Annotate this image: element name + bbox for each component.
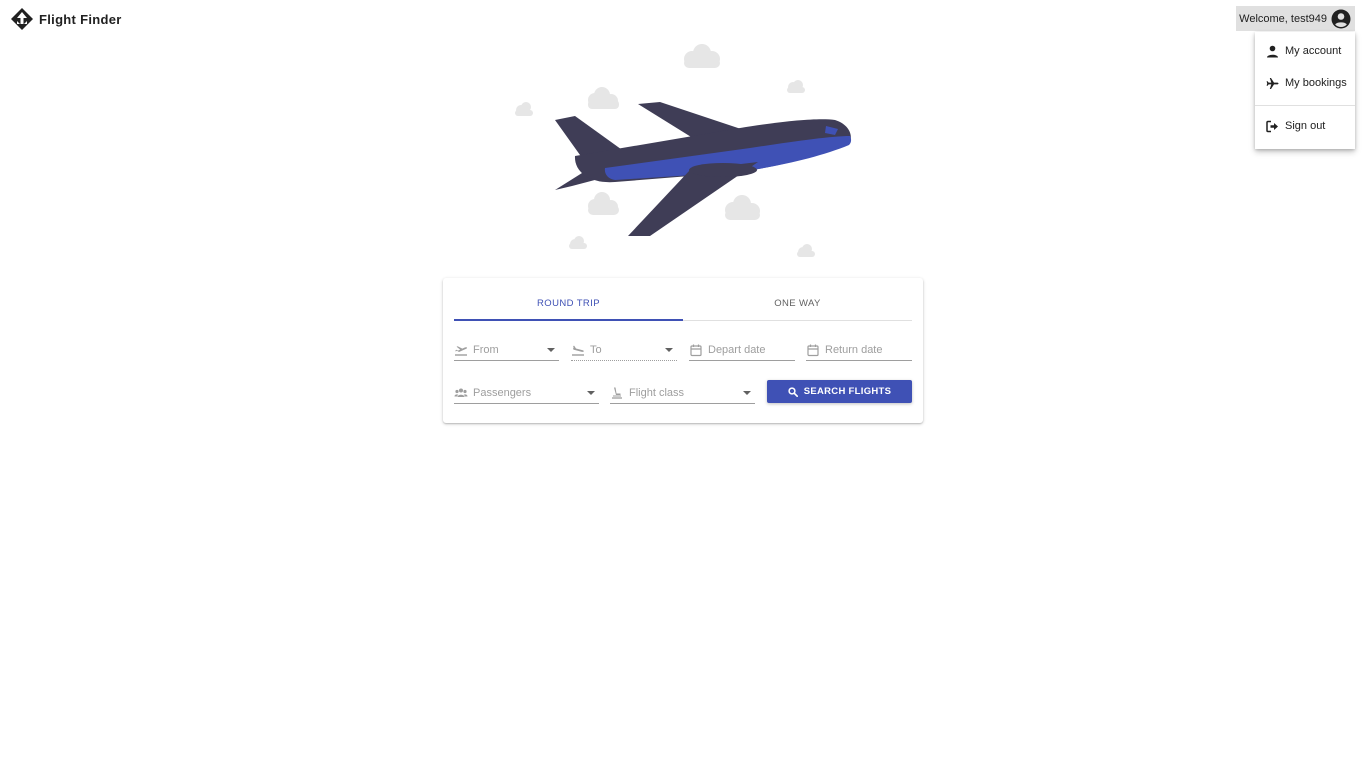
- app-name: Flight Finder: [39, 11, 122, 27]
- trip-type-tabs: ROUND TRIP ONE WAY: [454, 292, 912, 321]
- return-date-placeholder: Return date: [825, 343, 883, 356]
- menu-divider: [1255, 105, 1355, 106]
- cloud-icon: [684, 44, 720, 68]
- seat-icon: [612, 387, 622, 399]
- calendar-icon: [807, 344, 819, 356]
- chevron-down-icon: [665, 347, 673, 352]
- welcome-label: Welcome, test949: [1239, 12, 1327, 25]
- diamond-plane-logo-icon: [11, 8, 33, 30]
- search-flights-button[interactable]: SEARCH FLIGHTS: [767, 380, 912, 403]
- from-placeholder: From: [473, 343, 499, 356]
- chevron-down-icon: [587, 390, 595, 395]
- menu-item-my-bookings[interactable]: My bookings: [1255, 67, 1355, 99]
- menu-item-label: Sign out: [1285, 120, 1326, 132]
- flight-takeoff-icon: [455, 345, 468, 356]
- flight-class-placeholder: Flight class: [629, 386, 685, 399]
- sign-out-icon: [1266, 120, 1278, 132]
- to-placeholder: To: [590, 343, 602, 356]
- flight-land-icon: [572, 345, 584, 356]
- user-menu-button[interactable]: Welcome, test949: [1236, 6, 1355, 31]
- person-icon: [1267, 45, 1278, 57]
- return-date-field[interactable]: Return date: [806, 339, 912, 361]
- menu-item-my-account[interactable]: My account: [1255, 35, 1355, 67]
- menu-item-sign-out[interactable]: Sign out: [1255, 110, 1355, 142]
- people-icon: [454, 388, 468, 397]
- chevron-down-icon: [743, 390, 751, 395]
- depart-date-placeholder: Depart date: [708, 343, 766, 356]
- brand[interactable]: Flight Finder: [10, 7, 122, 31]
- airplane-icon: [1266, 77, 1279, 89]
- menu-item-label: My bookings: [1285, 77, 1347, 89]
- search-icon: [788, 386, 798, 397]
- to-select[interactable]: To: [571, 339, 677, 361]
- menu-item-label: My account: [1285, 45, 1342, 57]
- tab-one-way[interactable]: ONE WAY: [683, 292, 912, 320]
- calendar-icon: [690, 344, 702, 356]
- flight-class-select[interactable]: Flight class: [610, 382, 755, 404]
- user-dropdown-menu: My account My bookings Sign out: [1255, 32, 1355, 149]
- search-flights-label: SEARCH FLIGHTS: [803, 386, 892, 397]
- passengers-select[interactable]: Passengers: [454, 382, 599, 404]
- from-select[interactable]: From: [454, 339, 559, 361]
- depart-date-field[interactable]: Depart date: [689, 339, 795, 361]
- account-circle-icon: [1331, 9, 1351, 28]
- airplane-illustration: [515, 44, 852, 257]
- flight-search-card: ROUND TRIP ONE WAY From To Depart date R…: [443, 278, 923, 423]
- passengers-placeholder: Passengers: [473, 386, 532, 399]
- chevron-down-icon: [547, 347, 555, 352]
- tab-round-trip[interactable]: ROUND TRIP: [454, 292, 683, 321]
